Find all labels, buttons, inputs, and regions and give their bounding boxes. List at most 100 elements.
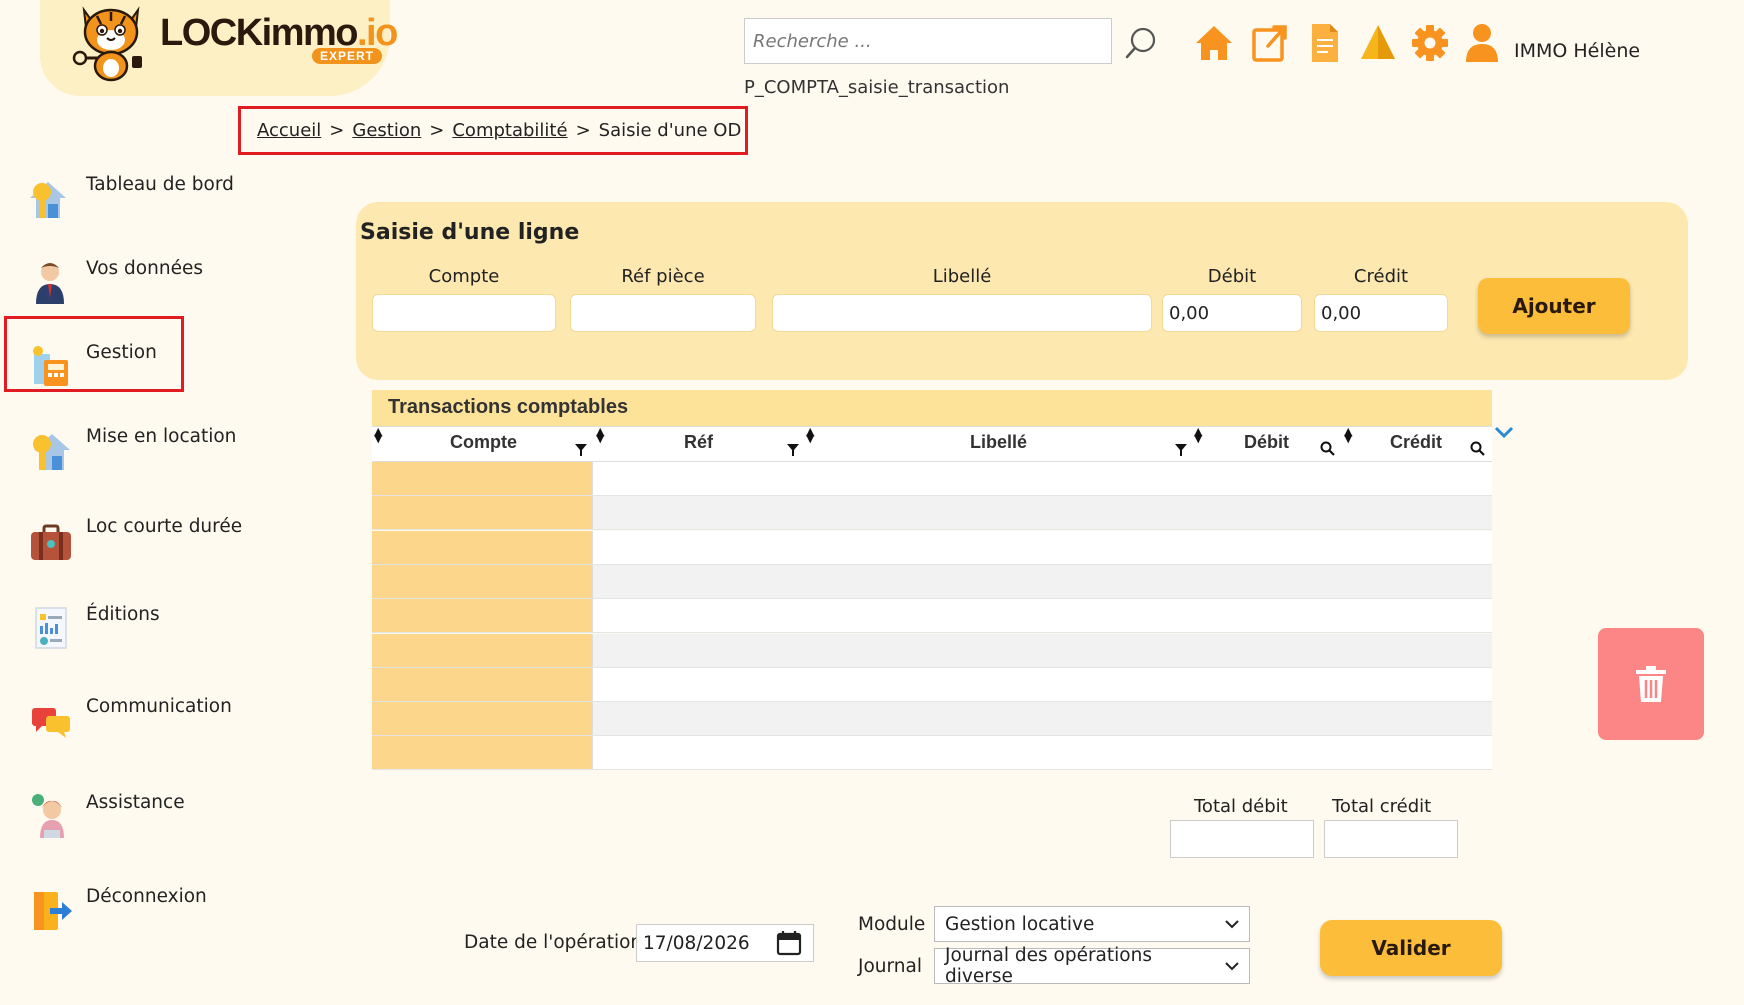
module-select[interactable]: Gestion locative bbox=[934, 906, 1250, 942]
filter-ref-icon[interactable] bbox=[786, 443, 800, 457]
total-debit-field bbox=[1170, 820, 1314, 858]
total-credit-field bbox=[1324, 820, 1458, 858]
breadcrumb-separator: > bbox=[429, 120, 445, 141]
module-label: Module bbox=[858, 914, 926, 935]
journal-label: Journal bbox=[858, 956, 922, 977]
column-debit[interactable]: Débit bbox=[1244, 432, 1289, 453]
sort-credit-icon[interactable]: ▲ ▼ bbox=[1344, 426, 1352, 444]
table-cell-compte bbox=[372, 633, 592, 667]
filter-compte-icon[interactable] bbox=[574, 443, 588, 457]
filter-libelle-icon[interactable] bbox=[1174, 443, 1188, 457]
search-credit-icon[interactable] bbox=[1470, 441, 1486, 457]
sidebar-item-communication[interactable]: Communication bbox=[28, 692, 268, 748]
report-icon bbox=[35, 607, 67, 649]
alert-icon[interactable] bbox=[1358, 22, 1398, 64]
table-row[interactable] bbox=[372, 633, 1492, 668]
sidebar-item-loc-courte-duree[interactable]: Loc courte durée bbox=[28, 512, 268, 568]
table-cell-compte bbox=[372, 736, 592, 770]
sort-libelle-icon[interactable]: ▲ ▼ bbox=[806, 426, 814, 444]
sidebar-item-tableau-de-bord[interactable]: Tableau de bord bbox=[28, 170, 268, 226]
journal-select[interactable]: Journal des opérations diverse bbox=[934, 945, 1250, 987]
validate-button[interactable]: Valider bbox=[1320, 920, 1502, 976]
home-icon[interactable] bbox=[1194, 22, 1234, 64]
chevron-down-icon[interactable] bbox=[1494, 424, 1514, 440]
credit-label: Crédit bbox=[1353, 266, 1409, 287]
rental-icon bbox=[33, 434, 70, 470]
sidebar-item-label: Mise en location bbox=[86, 426, 237, 447]
transactions-body bbox=[372, 462, 1492, 771]
logo-badge: EXPERT bbox=[312, 48, 383, 64]
external-link-icon[interactable] bbox=[1250, 22, 1290, 64]
column-ref[interactable]: Réf bbox=[684, 432, 713, 453]
table-row[interactable] bbox=[372, 702, 1492, 737]
search-input[interactable] bbox=[744, 18, 1112, 64]
debit-label: Débit bbox=[1207, 266, 1257, 287]
breadcrumb-separator: > bbox=[575, 120, 591, 141]
breadcrumb-comptabilite[interactable]: Comptabilité bbox=[452, 120, 567, 141]
suitcase-icon bbox=[31, 524, 71, 560]
support-icon bbox=[32, 794, 64, 838]
table-cell-compte bbox=[372, 667, 592, 701]
sidebar-item-deconnexion[interactable]: Déconnexion bbox=[28, 882, 268, 938]
column-compte[interactable]: Compte bbox=[450, 432, 517, 453]
document-icon[interactable] bbox=[1304, 22, 1344, 64]
table-cell-compte bbox=[372, 462, 592, 495]
sidebar-item-vos-donnees[interactable]: Vos données bbox=[28, 254, 268, 310]
sidebar-item-label: Loc courte durée bbox=[86, 516, 243, 537]
sidebar-item-gestion[interactable]: Gestion bbox=[28, 338, 268, 394]
sidebar-item-label: Communication bbox=[86, 696, 232, 717]
ref-piece-label: Réf pièce bbox=[621, 266, 705, 287]
add-line-button[interactable]: Ajouter bbox=[1478, 278, 1630, 334]
table-row[interactable] bbox=[372, 530, 1492, 565]
sort-compte-icon[interactable]: ▲ ▼ bbox=[374, 426, 382, 444]
debit-input[interactable] bbox=[1162, 294, 1302, 332]
user-name[interactable]: IMMO Hélène bbox=[1514, 40, 1640, 62]
table-cell-compte bbox=[372, 599, 592, 633]
table-row[interactable] bbox=[372, 599, 1492, 634]
breadcrumb-current: Saisie d'une OD bbox=[598, 120, 742, 141]
person-icon bbox=[36, 263, 64, 304]
libelle-label: Libellé bbox=[932, 266, 992, 287]
sort-ref-icon[interactable]: ▲ ▼ bbox=[596, 426, 604, 444]
date-label: Date de l'opération bbox=[464, 932, 643, 953]
libelle-input[interactable] bbox=[772, 294, 1152, 332]
sidebar-item-label: Déconnexion bbox=[86, 886, 207, 907]
breadcrumb-gestion[interactable]: Gestion bbox=[352, 120, 421, 141]
search-debit-icon[interactable] bbox=[1320, 441, 1336, 457]
table-row[interactable] bbox=[372, 667, 1492, 702]
transactions-title: Transactions comptables bbox=[388, 396, 629, 418]
table-cell bbox=[592, 496, 1492, 530]
sidebar-item-label: Éditions bbox=[86, 604, 160, 625]
calendar-icon[interactable] bbox=[776, 930, 802, 956]
credit-input[interactable] bbox=[1314, 294, 1448, 332]
sidebar-item-mise-en-location[interactable]: Mise en location bbox=[28, 422, 268, 478]
table-row[interactable] bbox=[372, 462, 1492, 496]
column-credit[interactable]: Crédit bbox=[1390, 432, 1442, 453]
gear-icon[interactable] bbox=[1410, 22, 1450, 64]
sidebar-item-editions[interactable]: Éditions bbox=[28, 600, 268, 656]
breadcrumb-accueil[interactable]: Accueil bbox=[257, 120, 321, 141]
total-credit-label: Total crédit bbox=[1332, 796, 1432, 817]
entry-panel-title: Saisie d'une ligne bbox=[360, 220, 580, 245]
ref-piece-input[interactable] bbox=[570, 294, 756, 332]
table-row[interactable] bbox=[372, 736, 1492, 771]
sidebar-item-assistance[interactable]: Assistance bbox=[28, 788, 268, 844]
compte-label: Compte bbox=[428, 266, 500, 287]
total-debit-label: Total débit bbox=[1194, 796, 1288, 817]
breadcrumb-separator: > bbox=[329, 120, 345, 141]
chat-icon bbox=[32, 708, 70, 738]
compte-input[interactable] bbox=[372, 294, 556, 332]
column-libelle[interactable]: Libellé bbox=[970, 432, 1027, 453]
table-row[interactable] bbox=[372, 496, 1492, 531]
table-cell bbox=[592, 633, 1492, 667]
chevron-down-icon bbox=[1225, 962, 1239, 971]
sidebar-item-label: Assistance bbox=[86, 792, 185, 813]
table-row[interactable] bbox=[372, 564, 1492, 599]
module-select-value: Gestion locative bbox=[945, 913, 1095, 935]
search-icon[interactable] bbox=[1124, 26, 1158, 60]
sidebar-item-label: Tableau de bord bbox=[86, 174, 234, 195]
table-cell bbox=[592, 599, 1492, 633]
sort-debit-icon[interactable]: ▲ ▼ bbox=[1194, 426, 1202, 444]
delete-button[interactable] bbox=[1598, 628, 1704, 740]
user-icon[interactable] bbox=[1462, 22, 1502, 64]
